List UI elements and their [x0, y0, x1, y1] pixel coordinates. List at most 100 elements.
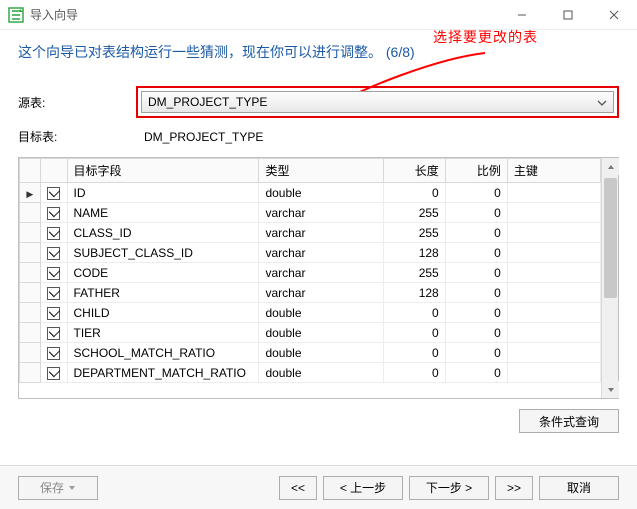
conditional-query-button[interactable]: 条件式查询 — [519, 409, 619, 433]
cell-type[interactable]: varchar — [259, 203, 383, 223]
cell-field[interactable]: CODE — [67, 263, 259, 283]
checkbox-icon[interactable] — [47, 367, 60, 380]
scroll-thumb[interactable] — [604, 178, 617, 298]
table-row[interactable]: NAMEvarchar2550 — [20, 203, 601, 223]
table-row[interactable]: IDdouble00 — [20, 183, 601, 203]
cell-length[interactable]: 0 — [383, 363, 445, 383]
checkbox-icon[interactable] — [47, 207, 60, 220]
table-row[interactable]: CODEvarchar2550 — [20, 263, 601, 283]
cell-pk[interactable] — [507, 303, 600, 323]
checkbox-icon[interactable] — [47, 227, 60, 240]
checkbox-icon[interactable] — [47, 287, 60, 300]
checkbox-icon[interactable] — [47, 307, 60, 320]
cell-type[interactable]: double — [259, 363, 383, 383]
cell-scale[interactable]: 0 — [445, 323, 507, 343]
cell-length[interactable]: 0 — [383, 303, 445, 323]
row-checkbox-cell[interactable] — [40, 183, 67, 203]
cell-length[interactable]: 255 — [383, 223, 445, 243]
cell-scale[interactable]: 0 — [445, 243, 507, 263]
cell-scale[interactable]: 0 — [445, 283, 507, 303]
cell-type[interactable]: varchar — [259, 263, 383, 283]
cell-type[interactable]: varchar — [259, 283, 383, 303]
cell-field[interactable]: FATHER — [67, 283, 259, 303]
cell-pk[interactable] — [507, 263, 600, 283]
cell-pk[interactable] — [507, 283, 600, 303]
cell-pk[interactable] — [507, 243, 600, 263]
cell-field[interactable]: CHILD — [67, 303, 259, 323]
table-row[interactable]: CHILDdouble00 — [20, 303, 601, 323]
cell-type[interactable]: double — [259, 183, 383, 203]
table-row[interactable]: FATHERvarchar1280 — [20, 283, 601, 303]
save-button[interactable]: 保存 — [18, 476, 98, 500]
checkbox-icon[interactable] — [47, 347, 60, 360]
cell-pk[interactable] — [507, 323, 600, 343]
cancel-button[interactable]: 取消 — [539, 476, 619, 500]
cell-field[interactable]: SUBJECT_CLASS_ID — [67, 243, 259, 263]
maximize-button[interactable] — [545, 0, 591, 30]
cell-type[interactable]: double — [259, 343, 383, 363]
col-type[interactable]: 类型 — [259, 159, 383, 183]
row-checkbox-cell[interactable] — [40, 203, 67, 223]
first-button[interactable]: << — [279, 476, 317, 500]
cell-field[interactable]: DEPARTMENT_MATCH_RATIO — [67, 363, 259, 383]
row-checkbox-cell[interactable] — [40, 223, 67, 243]
row-checkbox-cell[interactable] — [40, 283, 67, 303]
cell-type[interactable]: double — [259, 303, 383, 323]
col-scale[interactable]: 比例 — [445, 159, 507, 183]
table-row[interactable]: TIERdouble00 — [20, 323, 601, 343]
cell-scale[interactable]: 0 — [445, 223, 507, 243]
cell-pk[interactable] — [507, 203, 600, 223]
cell-scale[interactable]: 0 — [445, 263, 507, 283]
next-button[interactable]: 下一步 > — [409, 476, 489, 500]
cell-field[interactable]: CLASS_ID — [67, 223, 259, 243]
row-checkbox-cell[interactable] — [40, 243, 67, 263]
col-pk[interactable]: 主键 — [507, 159, 600, 183]
cell-type[interactable]: double — [259, 323, 383, 343]
row-checkbox-cell[interactable] — [40, 323, 67, 343]
cell-pk[interactable] — [507, 343, 600, 363]
cell-length[interactable]: 255 — [383, 203, 445, 223]
row-checkbox-cell[interactable] — [40, 343, 67, 363]
cell-field[interactable]: ID — [67, 183, 259, 203]
cell-length[interactable]: 255 — [383, 263, 445, 283]
cell-pk[interactable] — [507, 363, 600, 383]
cell-length[interactable]: 0 — [383, 323, 445, 343]
checkbox-icon[interactable] — [47, 187, 60, 200]
scroll-down-icon[interactable] — [602, 381, 619, 398]
table-row[interactable]: SUBJECT_CLASS_IDvarchar1280 — [20, 243, 601, 263]
cell-type[interactable]: varchar — [259, 243, 383, 263]
cell-scale[interactable]: 0 — [445, 183, 507, 203]
cell-length[interactable]: 128 — [383, 243, 445, 263]
last-button[interactable]: >> — [495, 476, 533, 500]
row-checkbox-cell[interactable] — [40, 363, 67, 383]
cell-field[interactable]: NAME — [67, 203, 259, 223]
scroll-up-icon[interactable] — [602, 158, 619, 175]
cell-scale[interactable]: 0 — [445, 203, 507, 223]
cell-field[interactable]: TIER — [67, 323, 259, 343]
cell-scale[interactable]: 0 — [445, 343, 507, 363]
checkbox-icon[interactable] — [47, 267, 60, 280]
cell-length[interactable]: 128 — [383, 283, 445, 303]
table-row[interactable]: CLASS_IDvarchar2550 — [20, 223, 601, 243]
row-checkbox-cell[interactable] — [40, 303, 67, 323]
checkbox-icon[interactable] — [47, 247, 60, 260]
table-row[interactable]: DEPARTMENT_MATCH_RATIOdouble00 — [20, 363, 601, 383]
cell-length[interactable]: 0 — [383, 183, 445, 203]
col-length[interactable]: 长度 — [383, 159, 445, 183]
cell-scale[interactable]: 0 — [445, 363, 507, 383]
cell-pk[interactable] — [507, 223, 600, 243]
col-field[interactable]: 目标字段 — [67, 159, 259, 183]
back-button[interactable]: < 上一步 — [323, 476, 403, 500]
cell-length[interactable]: 0 — [383, 343, 445, 363]
close-button[interactable] — [591, 0, 637, 30]
source-table-select[interactable]: DM_PROJECT_TYPE — [141, 91, 614, 113]
cell-pk[interactable] — [507, 183, 600, 203]
cell-scale[interactable]: 0 — [445, 303, 507, 323]
checkbox-icon[interactable] — [47, 327, 60, 340]
cell-type[interactable]: varchar — [259, 223, 383, 243]
minimize-button[interactable] — [499, 0, 545, 30]
table-row[interactable]: SCHOOL_MATCH_RATIOdouble00 — [20, 343, 601, 363]
row-checkbox-cell[interactable] — [40, 263, 67, 283]
cell-field[interactable]: SCHOOL_MATCH_RATIO — [67, 343, 259, 363]
vertical-scrollbar[interactable] — [601, 158, 618, 398]
